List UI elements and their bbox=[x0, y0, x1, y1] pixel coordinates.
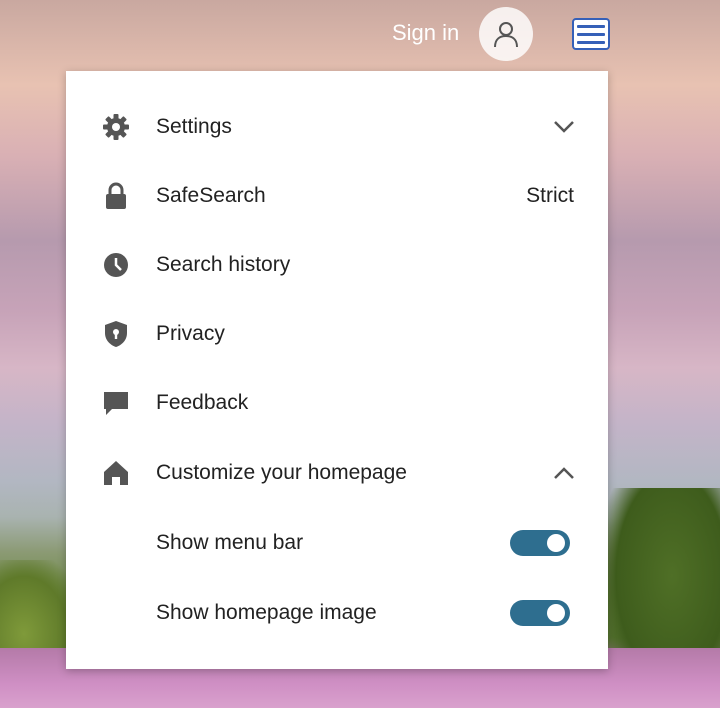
safesearch-value: Strict bbox=[526, 184, 574, 207]
gear-icon bbox=[102, 113, 130, 141]
avatar-button[interactable] bbox=[479, 7, 533, 61]
toggle-row-show-menu-bar: Show menu bar bbox=[66, 515, 608, 571]
menu-item-privacy[interactable]: Privacy bbox=[66, 306, 608, 362]
menu-item-search-history[interactable]: Search history bbox=[66, 237, 608, 293]
show-menu-bar-toggle[interactable] bbox=[510, 530, 570, 556]
menu-item-customize-homepage[interactable]: Customize your homepage bbox=[66, 445, 608, 501]
toggle-label: Show menu bar bbox=[156, 531, 304, 554]
top-bar: Sign in bbox=[0, 0, 720, 70]
toggle-knob bbox=[547, 534, 565, 552]
menu-item-label: Search history bbox=[156, 253, 291, 276]
menu-item-settings[interactable]: Settings bbox=[66, 99, 608, 155]
menu-item-label: Feedback bbox=[156, 391, 249, 414]
hamburger-menu-button[interactable] bbox=[572, 18, 610, 50]
toggle-row-show-homepage-image: Show homepage image bbox=[66, 585, 608, 641]
chevron-up-icon bbox=[552, 461, 576, 485]
menu-item-safesearch[interactable]: SafeSearch Strict bbox=[66, 168, 608, 224]
show-homepage-image-toggle[interactable] bbox=[510, 600, 570, 626]
settings-menu-panel: Settings SafeSearch Strict Search histor… bbox=[66, 71, 608, 669]
hamburger-line bbox=[577, 32, 605, 36]
chevron-down-icon bbox=[552, 115, 576, 139]
shield-icon bbox=[102, 320, 130, 348]
hamburger-line bbox=[577, 24, 605, 28]
toggle-label: Show homepage image bbox=[156, 601, 377, 624]
menu-item-label: Privacy bbox=[156, 322, 225, 345]
menu-item-feedback[interactable]: Feedback bbox=[66, 375, 608, 431]
speech-bubble-icon bbox=[102, 389, 130, 417]
lock-icon bbox=[102, 182, 130, 210]
sign-in-link[interactable]: Sign in bbox=[392, 20, 459, 46]
toggle-knob bbox=[547, 604, 565, 622]
clock-icon bbox=[102, 251, 130, 279]
menu-item-label: SafeSearch bbox=[156, 184, 266, 207]
menu-item-label: Settings bbox=[156, 115, 232, 138]
home-icon bbox=[102, 459, 130, 487]
menu-item-label: Customize your homepage bbox=[156, 461, 407, 484]
user-icon bbox=[494, 22, 518, 48]
hamburger-line bbox=[577, 40, 605, 44]
